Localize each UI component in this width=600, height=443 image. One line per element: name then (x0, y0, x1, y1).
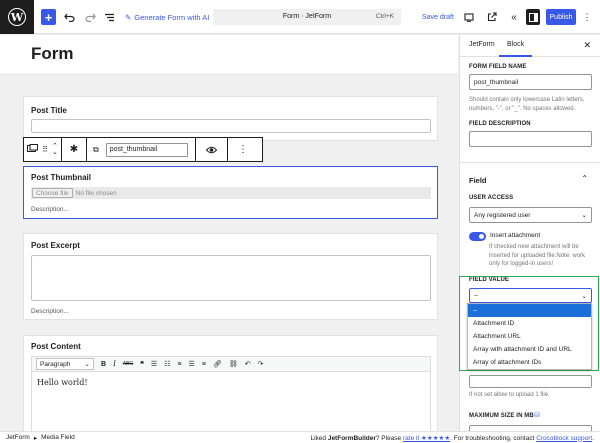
settings-sidebar: JetForm Block ✕ FORM FIELD NAME post_thu… (459, 35, 600, 435)
max-files-help: If not set allow to upload 1 file. (469, 392, 550, 398)
post-thumbnail-label: Post Thumbnail (31, 173, 91, 182)
format-select[interactable]: Paragraph ⌄ (36, 358, 94, 370)
user-access-select[interactable]: Any registered user ⌄ (469, 207, 592, 223)
form-field-name-help: Should contain only lowercase Latin lett… (469, 97, 585, 112)
unlink-icon[interactable]: ⛓︎ (229, 360, 238, 368)
bold-icon[interactable]: B (101, 361, 106, 368)
settings-sidebar-icon[interactable] (526, 9, 540, 25)
footer-credit: Liked JetFormBuilder? Please rate it ★★★… (310, 434, 594, 442)
post-thumbnail-block[interactable]: Post Thumbnail Choose file No file chose… (23, 166, 438, 219)
preview-icon[interactable] (462, 9, 476, 25)
max-files-input[interactable] (469, 375, 592, 388)
undo-icon[interactable] (62, 9, 76, 25)
close-icon[interactable]: ✕ (583, 40, 591, 51)
block-type-switcher[interactable]: ⠿ ⌃ ⌄ (24, 138, 62, 161)
description-placeholder[interactable]: Description... (31, 308, 69, 315)
breadcrumb-current[interactable]: Media Field (41, 434, 75, 441)
dropdown-option[interactable]: Attachment URL (468, 330, 591, 343)
rich-text-toolbar: Paragraph ⌄ B I ABC ❝ ☰ ☷ ≡ ☰ ≡ 🔗︎ ⛓︎ ↶ ↷ (31, 356, 431, 372)
block-options-icon[interactable]: ⋮ (228, 138, 258, 161)
chevron-down-icon: ⌄ (581, 212, 587, 219)
field-section-title[interactable]: Field (469, 176, 487, 185)
undo-icon[interactable]: ↶ (245, 360, 251, 368)
form-field-name-input[interactable]: post_thumbnail (469, 74, 592, 90)
dropdown-option[interactable]: Array of attachment IDs (468, 356, 591, 369)
post-content-block[interactable]: Post Content Paragraph ⌄ B I ABC ❝ ☰ ☷ ≡ … (23, 335, 438, 435)
post-content-label: Post Content (31, 342, 81, 351)
post-title-block[interactable]: Post Title (23, 96, 438, 141)
no-file-text: No file chosen (75, 189, 117, 197)
database-icon: ⛁ (534, 412, 540, 419)
sidebar-tabs: JetForm Block ✕ (460, 35, 600, 57)
breadcrumb-separator-icon: ▸ (33, 434, 38, 442)
italic-icon[interactable]: I (113, 360, 116, 368)
numbered-list-icon[interactable]: ☷ (164, 360, 170, 368)
dropdown-option[interactable]: -- (468, 304, 591, 317)
description-placeholder[interactable]: Description... (31, 206, 69, 213)
support-link[interactable]: Crocoblock support (536, 435, 592, 442)
link-icon[interactable]: 🔗︎ (213, 360, 222, 368)
sparkle-icon: ✎ (125, 12, 132, 22)
page-title[interactable]: Form (31, 44, 74, 64)
block-toolbar: ⠿ ⌃ ⌄ ✱ ⧉ post_thumbnail ⋮ (23, 137, 263, 162)
blockquote-icon[interactable]: ❝ (140, 360, 144, 368)
post-excerpt-textarea[interactable] (31, 255, 431, 301)
align-left-icon[interactable]: ≡ (177, 361, 181, 368)
field-value-dropdown: -- Attachment ID Attachment URL Array wi… (467, 303, 592, 370)
insert-attachment-label: Insert attachment (490, 232, 541, 239)
shortcut-hint: Ctrl+K (375, 13, 394, 20)
field-description-input[interactable] (469, 131, 592, 147)
document-title: Form · JetForm (282, 13, 332, 20)
align-center-icon[interactable]: ☰ (189, 360, 195, 368)
post-title-label: Post Title (31, 106, 67, 115)
document-overview-icon[interactable] (102, 9, 116, 25)
more-options-icon[interactable]: ⋮ (582, 9, 592, 25)
tab-jetform[interactable]: JetForm (469, 41, 495, 48)
bullet-list-icon[interactable]: ☰ (151, 360, 157, 368)
toolbar-field-name-input[interactable]: post_thumbnail (105, 142, 188, 157)
generate-form-ai-button[interactable]: ✎ Generate Form with AI (125, 9, 209, 25)
divider (460, 162, 600, 163)
view-external-icon[interactable] (485, 9, 499, 25)
footer-bar: JetForm ▸ Media Field Liked JetFormBuild… (0, 431, 600, 443)
command-palette-bar[interactable]: Form · JetForm Ctrl+K (213, 9, 401, 25)
collapse-chevrons-icon[interactable]: « (507, 9, 521, 25)
user-access-label: USER ACCESS (469, 195, 514, 201)
insert-attachment-toggle[interactable] (469, 232, 486, 241)
max-size-label: MAXIMUM SIZE IN MB (469, 413, 534, 419)
copy-icon[interactable]: ⧉ (93, 145, 99, 155)
save-draft-button[interactable]: Save draft (422, 9, 454, 25)
post-excerpt-label: Post Excerpt (31, 241, 80, 250)
chevron-down-icon: ⌄ (84, 361, 90, 368)
visibility-eye-icon[interactable] (196, 138, 228, 161)
file-input[interactable]: Choose file No file chosen (31, 187, 431, 199)
breadcrumb-root[interactable]: JetForm (6, 434, 30, 441)
wordpress-logo-icon[interactable]: W (0, 0, 34, 34)
top-toolbar: W + ✎ Generate Form with AI Form · JetFo… (0, 0, 600, 34)
strikethrough-icon[interactable]: ABC (123, 361, 133, 367)
media-field-icon (27, 143, 39, 156)
form-field-name-label: FORM FIELD NAME (469, 64, 527, 70)
required-toggle-icon[interactable]: ✱ (62, 138, 87, 161)
field-name-toolbar-group: ⧉ post_thumbnail (87, 138, 196, 161)
dropdown-option[interactable]: Attachment ID (468, 317, 591, 330)
publish-button[interactable]: Publish (546, 9, 576, 25)
redo-icon[interactable]: ↷ (258, 360, 264, 368)
add-block-button[interactable]: + (41, 9, 56, 25)
align-right-icon[interactable]: ≡ (202, 361, 206, 368)
rate-link[interactable]: rate it ★★★★★ (403, 435, 450, 442)
dropdown-option[interactable]: Array with attachment ID and URL (468, 343, 591, 356)
tab-block[interactable]: Block (498, 41, 533, 57)
choose-file-button[interactable]: Choose file (32, 188, 73, 198)
drag-handle-icon[interactable]: ⠿ (42, 145, 48, 154)
move-up-down-icon[interactable]: ⌃ ⌄ (52, 143, 58, 156)
insert-attachment-help: If checked new attachment will be insert… (489, 244, 586, 267)
chevron-up-icon[interactable]: ⌃ (581, 174, 588, 183)
post-excerpt-block[interactable]: Post Excerpt Description... (23, 233, 438, 320)
rich-text-editor[interactable]: Hello world! (31, 372, 431, 432)
field-description-label: FIELD DESCRIPTION (469, 121, 531, 127)
post-title-input[interactable] (31, 119, 431, 133)
redo-icon[interactable] (83, 9, 97, 25)
